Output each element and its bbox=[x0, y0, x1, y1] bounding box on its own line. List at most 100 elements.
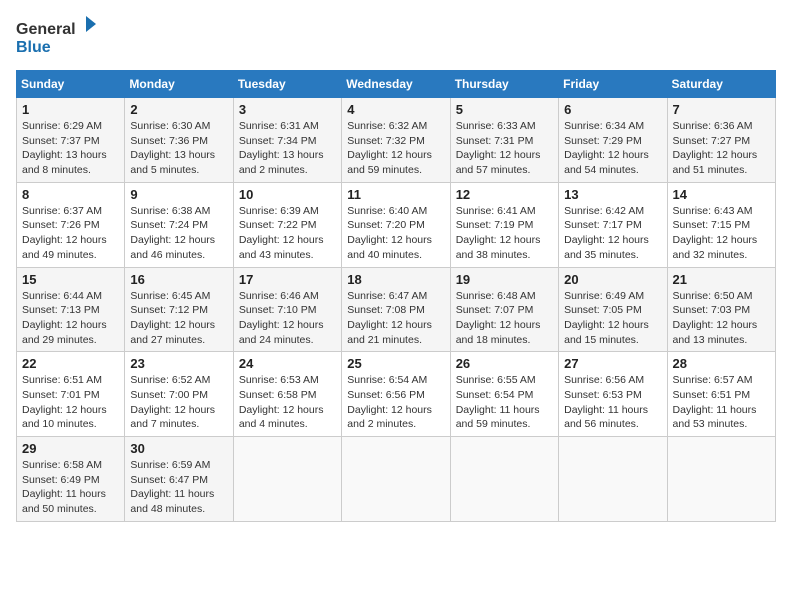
day-info: Sunrise: 6:49 AM Sunset: 7:05 PM Dayligh… bbox=[564, 289, 661, 348]
day-info: Sunrise: 6:39 AM Sunset: 7:22 PM Dayligh… bbox=[239, 204, 336, 263]
day-number: 29 bbox=[22, 441, 119, 456]
calendar-cell: 2 Sunrise: 6:30 AM Sunset: 7:36 PM Daylig… bbox=[125, 98, 233, 183]
calendar-cell: 9 Sunrise: 6:38 AM Sunset: 7:24 PM Daylig… bbox=[125, 182, 233, 267]
calendar-cell: 6Sunrise: 6:34 AM Sunset: 7:29 PM Daylig… bbox=[559, 98, 667, 183]
calendar-cell bbox=[233, 437, 341, 522]
weekday-header-thursday: Thursday bbox=[450, 71, 558, 98]
calendar-week-row: 22 Sunrise: 6:51 AM Sunset: 7:01 PM Dayli… bbox=[17, 352, 776, 437]
day-number: 17 bbox=[239, 272, 336, 287]
calendar-cell: 1 Sunrise: 6:29 AM Sunset: 7:37 PM Daylig… bbox=[17, 98, 125, 183]
calendar-cell: 3 Sunrise: 6:31 AM Sunset: 7:34 PM Daylig… bbox=[233, 98, 341, 183]
day-info: Sunrise: 6:29 AM Sunset: 7:37 PM Dayligh… bbox=[22, 119, 119, 178]
day-info: Sunrise: 6:42 AM Sunset: 7:17 PM Dayligh… bbox=[564, 204, 661, 263]
weekday-header-row: SundayMondayTuesdayWednesdayThursdayFrid… bbox=[17, 71, 776, 98]
calendar-cell: 30 Sunrise: 6:59 AM Sunset: 6:47 PM Dayli… bbox=[125, 437, 233, 522]
calendar-cell: 24 Sunrise: 6:53 AM Sunset: 6:58 PM Dayli… bbox=[233, 352, 341, 437]
weekday-header-friday: Friday bbox=[559, 71, 667, 98]
day-info: Sunrise: 6:55 AM Sunset: 6:54 PM Dayligh… bbox=[456, 373, 553, 432]
day-info: Sunrise: 6:31 AM Sunset: 7:34 PM Dayligh… bbox=[239, 119, 336, 178]
day-info: Sunrise: 6:54 AM Sunset: 6:56 PM Dayligh… bbox=[347, 373, 444, 432]
day-info: Sunrise: 6:41 AM Sunset: 7:19 PM Dayligh… bbox=[456, 204, 553, 263]
day-info: Sunrise: 6:40 AM Sunset: 7:20 PM Dayligh… bbox=[347, 204, 444, 263]
weekday-header-sunday: Sunday bbox=[17, 71, 125, 98]
day-number: 27 bbox=[564, 356, 661, 371]
day-number: 18 bbox=[347, 272, 444, 287]
calendar-cell: 7Sunrise: 6:36 AM Sunset: 7:27 PM Daylig… bbox=[667, 98, 775, 183]
day-number: 23 bbox=[130, 356, 227, 371]
logo-svg: GeneralBlue bbox=[16, 16, 96, 58]
day-info: Sunrise: 6:37 AM Sunset: 7:26 PM Dayligh… bbox=[22, 204, 119, 263]
calendar-cell: 29 Sunrise: 6:58 AM Sunset: 6:49 PM Dayli… bbox=[17, 437, 125, 522]
day-number: 30 bbox=[130, 441, 227, 456]
day-number: 9 bbox=[130, 187, 227, 202]
calendar-cell: 10 Sunrise: 6:39 AM Sunset: 7:22 PM Dayli… bbox=[233, 182, 341, 267]
day-number: 20 bbox=[564, 272, 661, 287]
day-number: 24 bbox=[239, 356, 336, 371]
calendar-cell: 22 Sunrise: 6:51 AM Sunset: 7:01 PM Dayli… bbox=[17, 352, 125, 437]
calendar-cell: 26 Sunrise: 6:55 AM Sunset: 6:54 PM Dayli… bbox=[450, 352, 558, 437]
calendar-cell: 28 Sunrise: 6:57 AM Sunset: 6:51 PM Dayli… bbox=[667, 352, 775, 437]
day-info: Sunrise: 6:59 AM Sunset: 6:47 PM Dayligh… bbox=[130, 458, 227, 517]
calendar-cell: 5 Sunrise: 6:33 AM Sunset: 7:31 PM Daylig… bbox=[450, 98, 558, 183]
calendar-cell: 14 Sunrise: 6:43 AM Sunset: 7:15 PM Dayli… bbox=[667, 182, 775, 267]
day-number: 5 bbox=[456, 102, 553, 117]
day-number: 7 bbox=[673, 102, 770, 117]
day-info: Sunrise: 6:38 AM Sunset: 7:24 PM Dayligh… bbox=[130, 204, 227, 263]
calendar-cell: 27 Sunrise: 6:56 AM Sunset: 6:53 PM Dayli… bbox=[559, 352, 667, 437]
weekday-header-tuesday: Tuesday bbox=[233, 71, 341, 98]
day-info: Sunrise: 6:43 AM Sunset: 7:15 PM Dayligh… bbox=[673, 204, 770, 263]
day-number: 14 bbox=[673, 187, 770, 202]
day-info: Sunrise: 6:48 AM Sunset: 7:07 PM Dayligh… bbox=[456, 289, 553, 348]
day-number: 15 bbox=[22, 272, 119, 287]
calendar-cell bbox=[559, 437, 667, 522]
day-info: Sunrise: 6:57 AM Sunset: 6:51 PM Dayligh… bbox=[673, 373, 770, 432]
day-info: Sunrise: 6:33 AM Sunset: 7:31 PM Dayligh… bbox=[456, 119, 553, 178]
calendar-cell: 17Sunrise: 6:46 AM Sunset: 7:10 PM Dayli… bbox=[233, 267, 341, 352]
day-number: 28 bbox=[673, 356, 770, 371]
calendar-cell: 13Sunrise: 6:42 AM Sunset: 7:17 PM Dayli… bbox=[559, 182, 667, 267]
day-info: Sunrise: 6:32 AM Sunset: 7:32 PM Dayligh… bbox=[347, 119, 444, 178]
calendar-cell: 21Sunrise: 6:50 AM Sunset: 7:03 PM Dayli… bbox=[667, 267, 775, 352]
day-info: Sunrise: 6:53 AM Sunset: 6:58 PM Dayligh… bbox=[239, 373, 336, 432]
calendar-week-row: 8 Sunrise: 6:37 AM Sunset: 7:26 PM Daylig… bbox=[17, 182, 776, 267]
calendar-cell: 23 Sunrise: 6:52 AM Sunset: 7:00 PM Dayli… bbox=[125, 352, 233, 437]
day-number: 2 bbox=[130, 102, 227, 117]
day-number: 16 bbox=[130, 272, 227, 287]
page-header: GeneralBlue bbox=[16, 16, 776, 58]
day-number: 12 bbox=[456, 187, 553, 202]
day-number: 10 bbox=[239, 187, 336, 202]
day-info: Sunrise: 6:47 AM Sunset: 7:08 PM Dayligh… bbox=[347, 289, 444, 348]
calendar-cell: 4Sunrise: 6:32 AM Sunset: 7:32 PM Daylig… bbox=[342, 98, 450, 183]
calendar-cell: 12 Sunrise: 6:41 AM Sunset: 7:19 PM Dayli… bbox=[450, 182, 558, 267]
day-info: Sunrise: 6:50 AM Sunset: 7:03 PM Dayligh… bbox=[673, 289, 770, 348]
day-info: Sunrise: 6:58 AM Sunset: 6:49 PM Dayligh… bbox=[22, 458, 119, 517]
calendar-cell bbox=[342, 437, 450, 522]
day-number: 19 bbox=[456, 272, 553, 287]
weekday-header-saturday: Saturday bbox=[667, 71, 775, 98]
weekday-header-monday: Monday bbox=[125, 71, 233, 98]
day-number: 3 bbox=[239, 102, 336, 117]
day-number: 1 bbox=[22, 102, 119, 117]
calendar-week-row: 29 Sunrise: 6:58 AM Sunset: 6:49 PM Dayli… bbox=[17, 437, 776, 522]
day-info: Sunrise: 6:56 AM Sunset: 6:53 PM Dayligh… bbox=[564, 373, 661, 432]
day-info: Sunrise: 6:30 AM Sunset: 7:36 PM Dayligh… bbox=[130, 119, 227, 178]
day-info: Sunrise: 6:45 AM Sunset: 7:12 PM Dayligh… bbox=[130, 289, 227, 348]
day-number: 26 bbox=[456, 356, 553, 371]
calendar-week-row: 15 Sunrise: 6:44 AM Sunset: 7:13 PM Dayli… bbox=[17, 267, 776, 352]
day-number: 22 bbox=[22, 356, 119, 371]
calendar-cell: 25Sunrise: 6:54 AM Sunset: 6:56 PM Dayli… bbox=[342, 352, 450, 437]
day-number: 11 bbox=[347, 187, 444, 202]
day-info: Sunrise: 6:52 AM Sunset: 7:00 PM Dayligh… bbox=[130, 373, 227, 432]
day-info: Sunrise: 6:44 AM Sunset: 7:13 PM Dayligh… bbox=[22, 289, 119, 348]
calendar-cell: 19 Sunrise: 6:48 AM Sunset: 7:07 PM Dayli… bbox=[450, 267, 558, 352]
day-number: 8 bbox=[22, 187, 119, 202]
day-info: Sunrise: 6:34 AM Sunset: 7:29 PM Dayligh… bbox=[564, 119, 661, 178]
calendar-table: SundayMondayTuesdayWednesdayThursdayFrid… bbox=[16, 70, 776, 522]
day-info: Sunrise: 6:51 AM Sunset: 7:01 PM Dayligh… bbox=[22, 373, 119, 432]
calendar-cell bbox=[450, 437, 558, 522]
logo: GeneralBlue bbox=[16, 16, 96, 58]
weekday-header-wednesday: Wednesday bbox=[342, 71, 450, 98]
calendar-cell: 15 Sunrise: 6:44 AM Sunset: 7:13 PM Dayli… bbox=[17, 267, 125, 352]
svg-text:Blue: Blue bbox=[16, 39, 51, 56]
calendar-week-row: 1 Sunrise: 6:29 AM Sunset: 7:37 PM Daylig… bbox=[17, 98, 776, 183]
